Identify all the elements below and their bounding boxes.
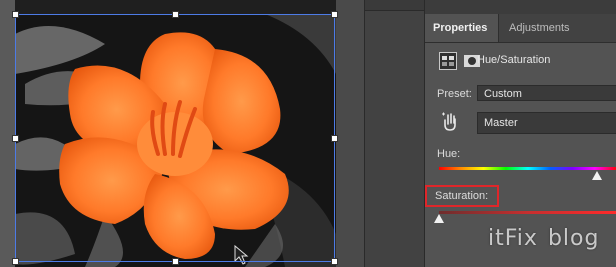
hue-slider-track[interactable] [439, 167, 616, 170]
preset-label: Preset: [437, 88, 472, 100]
watermark-text-2: blog [547, 226, 600, 251]
tab-adjustments[interactable]: Adjustments [501, 14, 578, 42]
targeted-adjustment-hand-icon[interactable] [441, 112, 459, 132]
saturation-slider-thumb[interactable] [434, 214, 444, 223]
saturation-slider-track[interactable] [439, 211, 616, 214]
saturation-label: Saturation: [435, 190, 489, 202]
tab-properties[interactable]: Properties [425, 14, 499, 42]
panel-tabs: Properties Adjustments [425, 14, 616, 43]
preset-dropdown[interactable]: Custom [477, 85, 616, 101]
document-canvas[interactable] [0, 0, 364, 267]
adjustment-title: Hue/Saturation [477, 54, 551, 66]
dock-collapse-bar[interactable] [365, 0, 425, 11]
canvas-pasteboard [0, 0, 15, 267]
panel-header-bar [425, 0, 616, 14]
watermark-text-1: itFix [488, 226, 538, 251]
flower-image [15, 14, 336, 267]
adjustment-header: Hue/Saturation [425, 48, 616, 74]
hue-label: Hue: [437, 148, 461, 160]
hue-slider-thumb[interactable] [592, 171, 603, 180]
watermark: itFix blog [488, 226, 599, 251]
adjustment-layer-icon[interactable] [439, 52, 457, 70]
panel-dock-strip [364, 0, 425, 267]
flower-photo[interactable] [15, 14, 336, 267]
canvas-pasteboard-right [336, 0, 364, 267]
channel-dropdown[interactable]: Master [477, 112, 616, 134]
